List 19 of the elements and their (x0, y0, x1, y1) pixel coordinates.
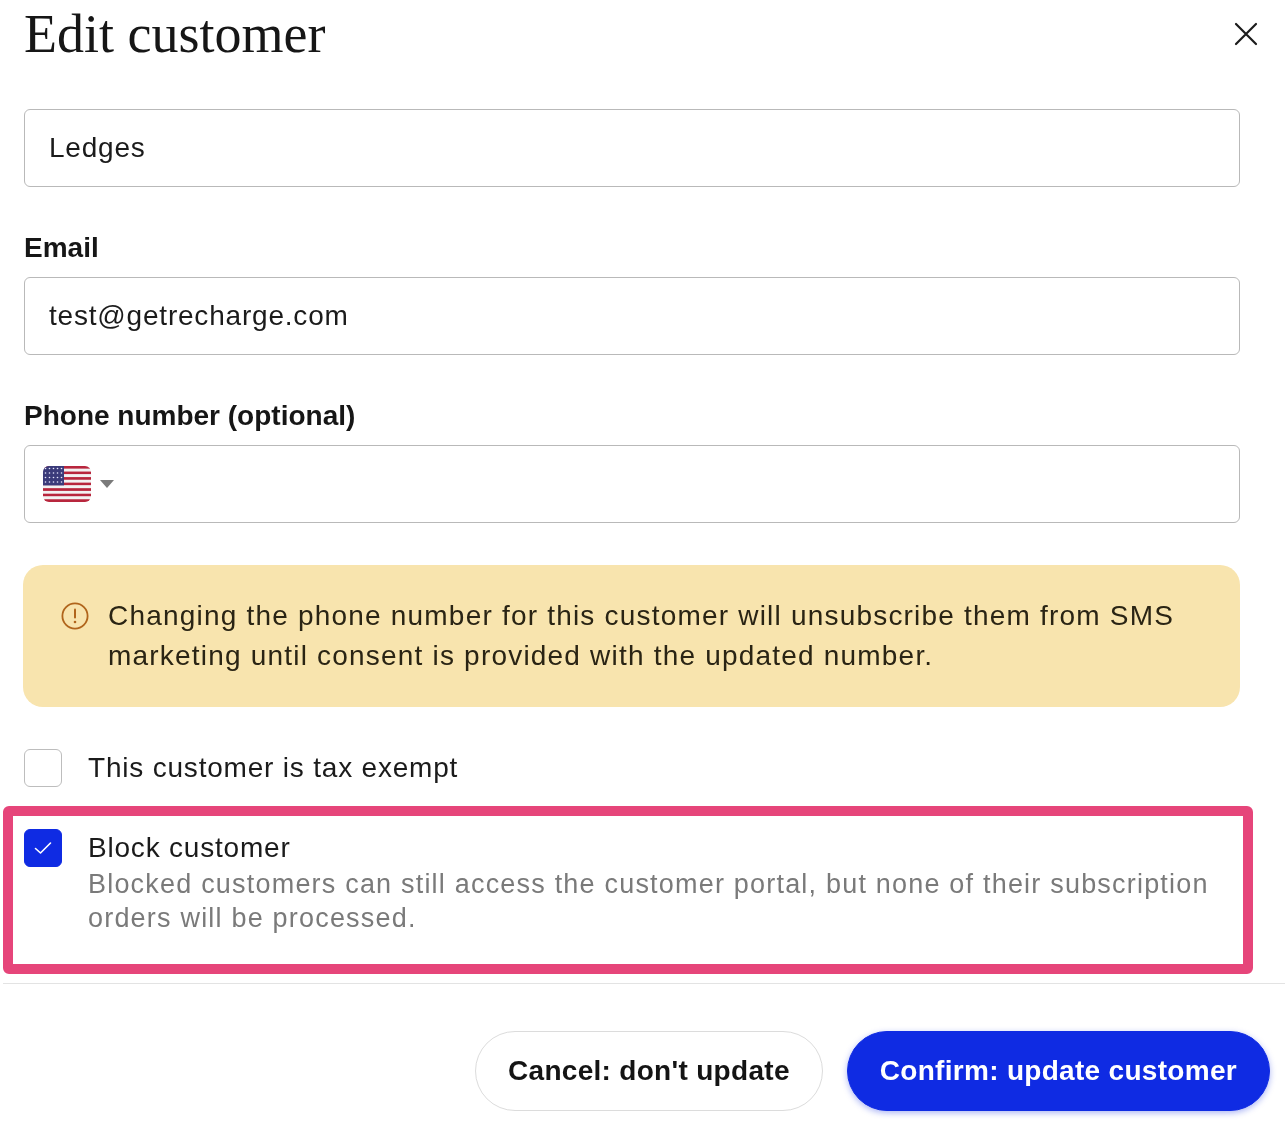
caret-icon[interactable] (100, 480, 114, 488)
checkbox-label[interactable]: This customer is tax exempt (88, 749, 459, 787)
checkbox-description: Blocked customers can still access the customer portal, but none of their subscription orders will be processed. (88, 868, 1210, 935)
checkbox-label[interactable]: Block customer (88, 829, 1243, 867)
checkbox[interactable] (24, 829, 62, 867)
warning-icon (61, 602, 89, 630)
text-field[interactable]: test@getrecharge.com (24, 277, 1240, 355)
checkbox[interactable] (24, 749, 62, 787)
field-label: Phone number (optional) (24, 400, 356, 432)
confirm-button[interactable]: Confirm: update customer (846, 1031, 1270, 1111)
text-field[interactable]: Ledges (24, 109, 1240, 187)
dialog-title: Edit customer (24, 4, 326, 64)
cancel-button[interactable]: Cancel: don't update (475, 1031, 823, 1111)
close-button[interactable] (1234, 22, 1258, 46)
flag-icon[interactable] (43, 466, 91, 502)
warning-text: Changing the phone number for this customer will unsubscribe them from SMS marketing until consent is provided with the updated number. (108, 599, 1176, 673)
field-label: Email (24, 232, 99, 264)
phone-field[interactable] (24, 445, 1240, 523)
checkmark-icon (34, 841, 52, 855)
